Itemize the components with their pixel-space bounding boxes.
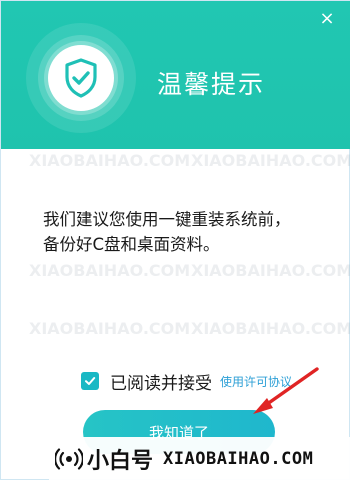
faint-watermark: XIAOBAIHAO.COM bbox=[191, 261, 350, 280]
faint-watermark: XIAOBAIHAO.COM bbox=[191, 151, 350, 170]
dialog-header: 温馨提示 × bbox=[1, 1, 350, 149]
checkmark-icon bbox=[85, 377, 96, 385]
watermark-bar: 小白号 XIAOBAIHAO.COM bbox=[49, 437, 350, 480]
faint-watermark: XIAOBAIHAO.COM bbox=[29, 151, 191, 170]
agree-checkbox[interactable] bbox=[81, 372, 99, 390]
faint-watermark: XIAOBAIHAO.COM bbox=[29, 261, 191, 280]
faint-watermark: XIAOBAIHAO.COM bbox=[191, 319, 350, 338]
close-icon[interactable]: × bbox=[317, 9, 337, 29]
message-line: 我们建议您使用一键重装系统前， bbox=[43, 210, 291, 229]
red-arrow-icon bbox=[253, 367, 319, 414]
watermark-site: XIAOBAIHAO.COM bbox=[163, 449, 314, 469]
agree-label: 已阅读并接受 bbox=[110, 373, 212, 394]
shield-check-icon bbox=[65, 58, 97, 98]
broadcast-icon bbox=[55, 448, 83, 470]
warm-tip-dialog: 温馨提示 × XIAOBAIHAO.COM XIAOBAIHAO.COM XIA… bbox=[0, 0, 350, 480]
message-line: 备份好C盘和桌面资料。 bbox=[43, 235, 220, 254]
dialog-message: 我们建议您使用一键重装系统前， 备份好C盘和桌面资料。 bbox=[43, 207, 333, 257]
dialog-title: 温馨提示 bbox=[157, 70, 266, 99]
watermark-name: 小白号 bbox=[87, 449, 154, 474]
faint-watermark: XIAOBAIHAO.COM bbox=[29, 319, 191, 338]
